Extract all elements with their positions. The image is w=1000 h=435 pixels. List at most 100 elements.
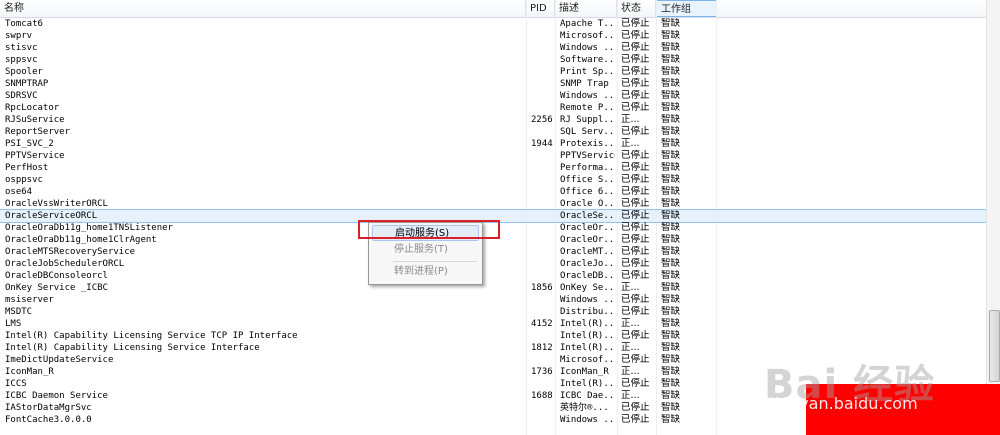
service-status: 已停止 [621,186,650,197]
service-row[interactable]: MSDTC Distribu... 已停止 智缺 [0,306,986,318]
service-name: RpcLocator [5,103,60,113]
service-status: 已停止 [621,18,650,29]
service-status: 已停止 [621,246,650,257]
service-row[interactable]: msiserver Windows ... 已停止 智缺 [0,294,986,306]
service-pid [531,402,555,414]
service-group: 智缺 [661,318,681,329]
service-row[interactable]: PerfHost Performa... 已停止 智缺 [0,162,986,174]
service-row[interactable]: SDRSVC Windows ... 已停止 智缺 [0,90,986,102]
service-name: swprv [5,31,33,41]
service-pid: 1944 [531,139,553,149]
service-pid [531,222,555,234]
service-status: 已停止 [621,78,650,89]
service-description: Remote P... [560,103,615,113]
column-header-pid[interactable]: PID [526,0,555,17]
service-status: 已停止 [621,150,650,161]
service-row[interactable]: OracleDBConsoleorcl OracleDB... 已停止 智缺 [0,270,986,282]
service-pid [531,150,555,162]
service-status: 已停止 [621,330,650,341]
service-row[interactable]: SNMPTRAP SNMP Trap 已停止 智缺 [0,78,986,90]
service-row[interactable]: LMS 4152 Intel(R)... 正... 智缺 [0,318,986,330]
service-row[interactable]: OracleMTSRecoveryService OracleMT... 已停止 智缺 [0,246,986,258]
service-row[interactable]: swprv Microsof... 已停止 智缺 [0,30,986,42]
service-description: SNMP Trap [560,79,609,89]
service-row[interactable]: Tomcat6 Apache T... 已停止 智缺 [0,18,986,30]
service-row[interactable]: ReportServer SQL Serv... 已停止 智缺 [0,126,986,138]
menu-separator [393,261,477,262]
service-row[interactable]: osppsvc Office S... 已停止 智缺 [0,174,986,186]
service-group: 智缺 [661,366,681,377]
service-group: 智缺 [661,18,681,29]
service-row[interactable]: Spooler Print Sp... 已停止 智缺 [0,66,986,78]
service-row[interactable]: stisvc Windows ... 已停止 智缺 [0,42,986,54]
service-group: 智缺 [661,114,681,125]
service-pid [531,162,555,174]
service-row[interactable]: RpcLocator Remote P... 已停止 智缺 [0,102,986,114]
column-header-group[interactable]: 工作组 [656,0,717,17]
service-description: Oracle O... [560,199,615,209]
service-row[interactable]: Intel(R) Capability Licensing Service TC… [0,330,986,342]
service-description: Windows ... [560,295,615,305]
service-status: 已停止 [621,414,650,425]
service-description: PPTVService [560,151,615,161]
service-status: 已停止 [621,306,650,317]
service-pid: 2256 [531,115,553,125]
service-group: 智缺 [661,126,681,137]
watermark-url: jingyan.baidu.com [770,394,918,413]
service-group: 智缺 [661,402,681,413]
service-group: 智缺 [661,282,681,293]
service-row[interactable]: RJSuService 2256 RJ Suppl... 正... 智缺 [0,114,986,126]
vertical-scrollbar[interactable] [986,0,1000,435]
service-pid: 1736 [531,367,553,377]
menu-item-stop-service[interactable]: 停止服务(T) [372,242,479,258]
service-description: OracleJo... [560,259,615,269]
service-status: 正... [621,138,640,149]
service-description: Print Sp... [560,67,615,77]
service-description: Windows ... [560,415,615,425]
service-status: 已停止 [621,402,650,413]
column-header-name[interactable]: 名称 [0,0,526,17]
service-name: LMS [5,319,22,329]
service-description: Intel(R)... [560,343,615,353]
service-group: 智缺 [661,138,681,149]
service-name: sppsvc [5,55,38,65]
service-row[interactable]: OracleVssWriterORCL Oracle O... 已停止 智缺 [0,198,986,210]
service-group: 智缺 [661,198,681,209]
service-status: 已停止 [621,198,650,209]
service-status: 已停止 [621,294,650,305]
service-name: ReportServer [5,127,71,137]
service-status: 已停止 [621,174,650,185]
service-group: 智缺 [661,270,681,281]
service-pid [531,294,555,306]
service-status: 已停止 [621,354,650,365]
service-row[interactable]: ose64 Office 6... 已停止 智缺 [0,186,986,198]
service-description: ICBC Dae... [560,391,615,401]
service-status: 已停止 [621,258,650,269]
service-row[interactable]: PSI_SVC_2 1944 Protexis... 正... 智缺 [0,138,986,150]
service-group: 智缺 [661,54,681,65]
service-description: Office S... [560,175,615,185]
service-group: 智缺 [661,174,681,185]
service-name: stisvc [5,43,38,53]
column-header-status[interactable]: 状态 [617,0,656,17]
service-row[interactable]: sppsvc Software... 已停止 智缺 [0,54,986,66]
service-status: 正... [621,390,640,401]
menu-item-goto-process[interactable]: 转到进程(P) [372,264,479,280]
service-row[interactable]: PPTVService PPTVService 已停止 智缺 [0,150,986,162]
service-description: Microsof... [560,355,615,365]
service-description: Distribu... [560,307,615,317]
service-name: Intel(R) Capability Licensing Service In… [5,343,260,353]
service-pid [531,414,555,426]
service-description: RJ Suppl... [560,115,615,125]
column-header-description[interactable]: 描述 [555,0,617,17]
service-name: osppsvc [5,175,43,185]
scrollbar-thumb[interactable] [989,310,1000,382]
service-name: RJSuService [5,115,65,125]
service-pid [531,270,555,282]
service-status: 已停止 [621,234,650,245]
service-name: SNMPTRAP [5,79,49,89]
service-row[interactable]: OracleJobSchedulerORCL OracleJo... 已停止 智缺 [0,258,986,270]
service-pid [531,174,555,186]
service-pid [531,90,555,102]
service-row[interactable]: OnKey Service _ICBC 1856 OnKey Se... 正... 智缺 [0,282,986,294]
